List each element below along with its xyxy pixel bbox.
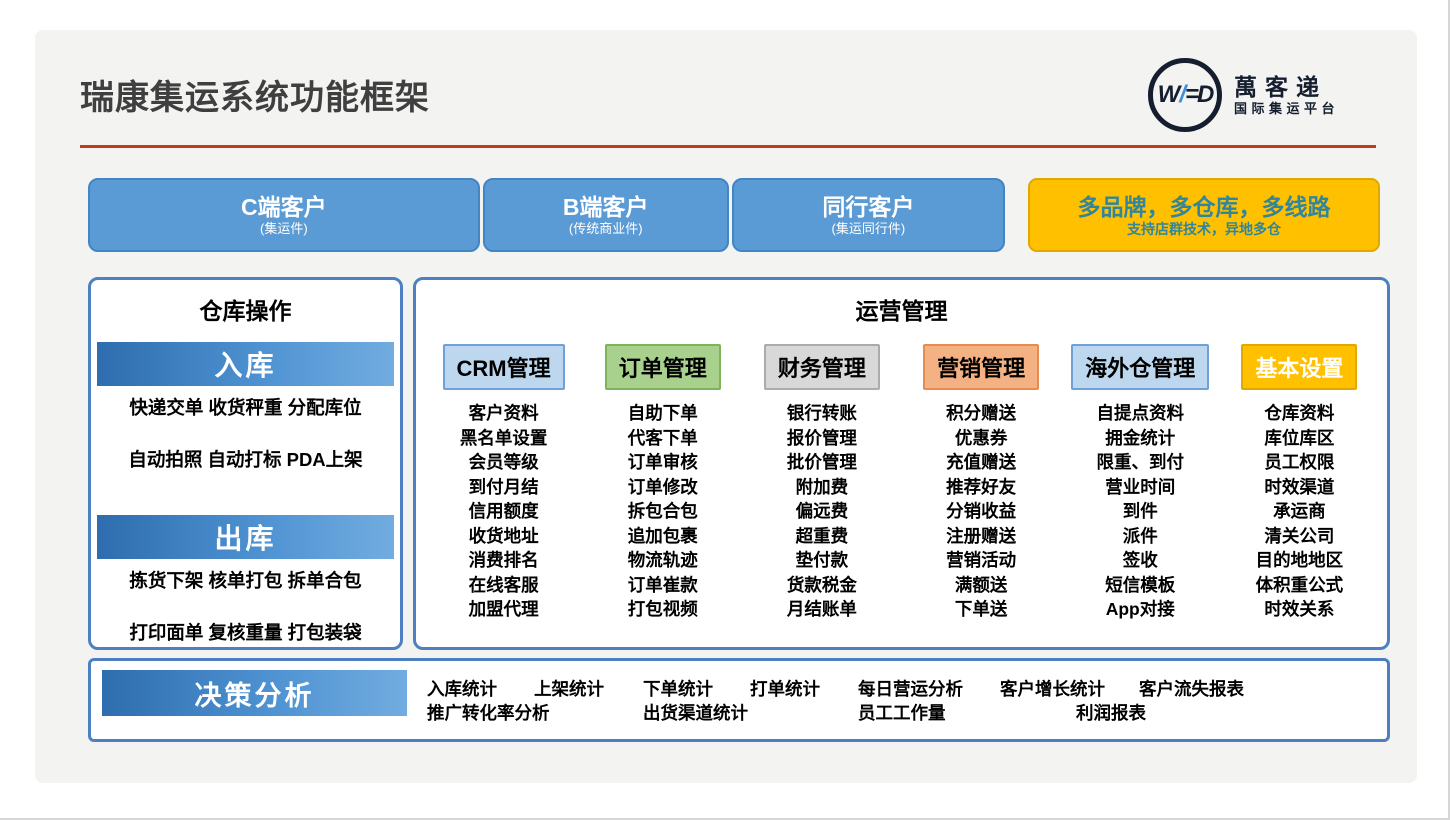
decision-item: 利润报表: [1076, 700, 1146, 725]
decision-section-bar: 决策分析: [102, 670, 407, 716]
logo-circle-icon: W/=D: [1148, 58, 1222, 132]
crm-header-chip: CRM管理: [443, 344, 565, 390]
marketing-function-list: 积分赠送 优惠券 充值赠送 推荐好友 分销收益 注册赠送 营销活动 满额送 下单…: [946, 401, 1016, 622]
order-function-list: 自助下单 代客下单 订单审核 订单修改 拆包合包 追加包裹 物流轨迹 订单崔款 …: [628, 401, 698, 622]
outbound-row-2: 打印面单 复核重量 打包装袋: [129, 622, 361, 643]
customer-peer-subtitle: (集运同行件): [832, 221, 906, 237]
ops-column-marketing: 营销管理 积分赠送 优惠券 充值赠送 推荐好友 分销收益 注册赠送 营销活动 满…: [902, 344, 1061, 622]
ops-column-order: 订单管理 自助下单 代客下单 订单审核 订单修改 拆包合包 追加包裹 物流轨迹 …: [583, 344, 742, 622]
inbound-section-bar: 入库: [97, 342, 394, 386]
multi-brand-highlight: 多品牌，多仓库，多线路 支持店群技术，异地多仓: [1028, 178, 1380, 252]
outbound-row-1: 拣货下架 核单打包 拆单合包: [129, 570, 361, 591]
decision-item: 客户流失报表: [1139, 676, 1244, 701]
overseas-header-chip: 海外仓管理: [1071, 344, 1209, 390]
brand-name: 萬客递: [1234, 74, 1339, 100]
brand-logo: W/=D 萬客递 国际集运平台: [1148, 58, 1339, 132]
inbound-row-1: 快递交单 收货秤重 分配库位: [129, 397, 361, 418]
customer-c-button: C端客户 (集运件): [88, 178, 480, 252]
overseas-function-list: 自提点资料 拥金统计 限重、到付 营业时间 到件 派件 签收 短信模板 App对…: [1096, 401, 1184, 622]
decision-item: 推广转化率分析: [427, 700, 550, 725]
customer-c-subtitle: (集运件): [260, 221, 308, 237]
warehouse-panel-title: 仓库操作: [91, 292, 400, 324]
marketing-header-chip: 营销管理: [923, 344, 1039, 390]
highlight-title: 多品牌，多仓库，多线路: [1078, 193, 1331, 221]
ops-column-finance: 财务管理 银行转账 报价管理 批价管理 附加费 偏远费 超重费 垫付款 货款税金…: [742, 344, 901, 622]
operations-management-panel: 运营管理 CRM管理 客户资料 黑名单设置 会员等级 到付月结 信用额度 收货地…: [413, 277, 1390, 650]
decision-item: 出货渠道统计: [643, 700, 748, 725]
decision-item: 每日营运分析: [858, 676, 963, 701]
order-header-chip: 订单管理: [605, 344, 721, 390]
customer-b-subtitle: (传统商业件): [569, 221, 643, 237]
customer-peer-button: 同行客户 (集运同行件): [732, 178, 1005, 252]
finance-header-chip: 财务管理: [764, 344, 880, 390]
outbound-section-bar: 出库: [97, 515, 394, 559]
logo-wkd-mark: W/=D: [1158, 81, 1213, 109]
brand-tagline: 国际集运平台: [1234, 100, 1339, 117]
page-title: 瑞康集运系统功能框架: [80, 70, 430, 119]
crm-function-list: 客户资料 黑名单设置 会员等级 到付月结 信用额度 收货地址 消费排名 在线客服…: [460, 401, 548, 622]
ops-column-crm: CRM管理 客户资料 黑名单设置 会员等级 到付月结 信用额度 收货地址 消费排…: [424, 344, 583, 622]
settings-header-chip: 基本设置: [1241, 344, 1357, 390]
operations-columns: CRM管理 客户资料 黑名单设置 会员等级 到付月结 信用额度 收货地址 消费排…: [424, 344, 1379, 622]
settings-function-list: 仓库资料 库位库区 员工权限 时效渠道 承运商 清关公司 目的地地区 体积重公式…: [1256, 401, 1344, 622]
finance-function-list: 银行转账 报价管理 批价管理 附加费 偏远费 超重费 垫付款 货款税金 月结账单: [787, 401, 857, 622]
ops-column-overseas: 海外仓管理 自提点资料 拥金统计 限重、到付 营业时间 到件 派件 签收 短信模…: [1061, 344, 1220, 622]
ops-column-settings: 基本设置 仓库资料 库位库区 员工权限 时效渠道 承运商 清关公司 目的地地区 …: [1220, 344, 1379, 622]
decision-item: 员工工作量: [858, 700, 946, 725]
logo-text: 萬客递 国际集运平台: [1234, 74, 1339, 117]
inbound-function-list: 快递交单 收货秤重 分配库位 自动拍照 自动打标 PDA上架: [91, 395, 400, 473]
highlight-subtitle: 支持店群技术，异地多仓: [1127, 221, 1281, 238]
customer-buttons-group: C端客户 (集运件) B端客户 (传统商业件) 同行客户 (集运同行件): [88, 178, 1005, 252]
operations-panel-title: 运营管理: [416, 292, 1387, 324]
inbound-row-2: 自动拍照 自动打标 PDA上架: [128, 449, 362, 470]
customer-c-title: C端客户: [241, 194, 327, 221]
decision-item: 打单统计: [750, 676, 820, 701]
decision-item: 下单统计: [643, 676, 713, 701]
warehouse-operations-panel: 仓库操作 入库 快递交单 收货秤重 分配库位 自动拍照 自动打标 PDA上架 出…: [88, 277, 403, 650]
decision-analysis-panel: 决策分析 入库统计 上架统计 下单统计 打单统计 每日营运分析 客户增长统计 客…: [88, 658, 1390, 742]
decision-item: 上架统计: [534, 676, 604, 701]
decision-item: 入库统计: [427, 676, 497, 701]
customer-b-title: B端客户: [563, 194, 649, 221]
decision-item: 客户增长统计: [1000, 676, 1105, 701]
logo-blue-slash: /: [1178, 81, 1185, 108]
customer-type-row: C端客户 (集运件) B端客户 (传统商业件) 同行客户 (集运同行件) 多品牌…: [88, 178, 1380, 252]
customer-b-button: B端客户 (传统商业件): [483, 178, 729, 252]
title-divider: [80, 145, 1376, 148]
customer-peer-title: 同行客户: [822, 194, 914, 221]
